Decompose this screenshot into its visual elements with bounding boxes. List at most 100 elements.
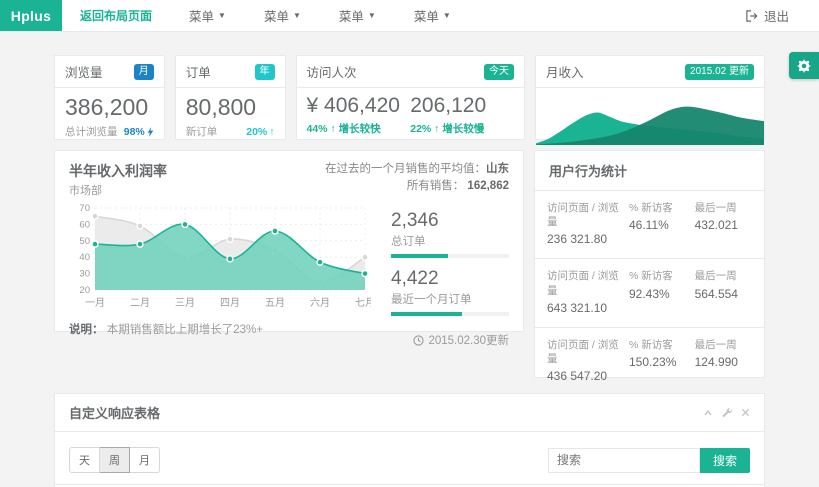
visits-sub-2: 22% ↑ 增长较慢 — [410, 121, 514, 136]
stat-value: 46.11% — [629, 218, 695, 232]
stat-value: 643 321.10 — [547, 301, 629, 315]
stat-label: 最后一周 — [695, 338, 752, 352]
close-icon[interactable] — [741, 408, 750, 417]
badge-updated: 2015.02 更新 — [685, 64, 754, 80]
stat-value: 564.554 — [695, 287, 752, 301]
search-input[interactable] — [548, 448, 700, 473]
nav-menu-2[interactable]: 菜单 ▼ — [245, 6, 320, 25]
month-orders-label: 最近一个月订单 — [391, 291, 509, 307]
svg-text:一月: 一月 — [85, 297, 105, 309]
stat-value: 150.23% — [629, 355, 695, 369]
stat-value: 92.43% — [629, 287, 695, 301]
all-sales-value: 162,862 — [467, 180, 509, 192]
total-orders-label: 总订单 — [391, 233, 509, 249]
note-text: 本期销售额比上期增长了23%+ — [107, 324, 263, 336]
visits-value-2: 206,120 — [410, 94, 514, 118]
svg-text:五月: 五月 — [265, 297, 285, 309]
svg-text:70: 70 — [79, 203, 90, 214]
filter-week-button[interactable]: 周 — [100, 447, 130, 473]
svg-text:60: 60 — [79, 219, 90, 230]
user-stats-row: 访问页面 / 浏览量 436 547.20 % 新访客 150.23% 最后一周… — [535, 328, 764, 395]
caret-down-icon: ▼ — [218, 11, 226, 20]
svg-text:六月: 六月 — [310, 297, 330, 309]
pageviews-label: 总计浏览量 — [65, 124, 118, 139]
stat-value: 236 321.80 — [547, 232, 629, 246]
period-filter-group: 天 周 月 — [69, 447, 160, 473]
caret-down-icon: ▼ — [443, 11, 451, 20]
nav-menu-1[interactable]: 菜单 ▼ — [170, 6, 245, 25]
stat-label: % 新访客 — [629, 269, 695, 283]
all-sales-label: 所有销售： — [407, 180, 465, 192]
logout-button[interactable]: 退出 — [746, 0, 819, 31]
stat-label: % 新访客 — [629, 338, 695, 352]
month-orders-progress — [391, 312, 509, 316]
caret-down-icon: ▼ — [368, 11, 376, 20]
stat-label: 访问页面 / 浏览量 — [547, 269, 629, 297]
user-stats-row: 访问页面 / 浏览量 236 321.80 % 新访客 46.11% 最后一周 … — [535, 191, 764, 259]
caret-down-icon: ▼ — [293, 11, 301, 20]
sign-out-icon — [746, 10, 758, 22]
svg-text:二月: 二月 — [130, 297, 150, 309]
nav-menu-4[interactable]: 菜单 ▼ — [395, 6, 470, 25]
orders-delta: 20% — [246, 126, 267, 138]
badge-year: 年 — [255, 64, 275, 80]
svg-text:20: 20 — [79, 285, 90, 296]
badge-month: 月 — [134, 64, 154, 80]
nav-menu-3-label: 菜单 — [339, 6, 364, 25]
stat-label: 访问页面 / 浏览量 — [547, 201, 629, 229]
month-orders-value: 4,422 — [391, 268, 509, 290]
top-navbar: Hplus 返回布局页面 菜单 ▼ 菜单 ▼ 菜单 ▼ 菜单 ▼ 退出 — [0, 0, 819, 32]
filter-month-button[interactable]: 月 — [130, 447, 160, 473]
orders-value: 80,800 — [186, 94, 275, 121]
badge-today: 今天 — [484, 64, 514, 80]
collapse-icon[interactable] — [703, 408, 713, 418]
revenue-subtitle: 市场部 — [69, 182, 167, 198]
updated-text: 2015.02.30更新 — [428, 332, 509, 348]
stat-value: 124.990 — [695, 355, 752, 369]
card-visits-title: 访问人次 — [307, 62, 357, 81]
note-label: 说明： — [69, 324, 104, 336]
stat-value: 432.021 — [695, 218, 752, 232]
stat-label: % 新访客 — [629, 201, 695, 215]
level-up-icon: ↑ — [269, 126, 274, 138]
gear-icon — [797, 59, 811, 73]
total-orders-value: 2,346 — [391, 210, 509, 232]
svg-text:四月: 四月 — [220, 297, 240, 309]
nav-menu-4-label: 菜单 — [414, 6, 439, 25]
wrench-icon[interactable] — [722, 408, 732, 418]
bolt-icon — [147, 127, 154, 137]
card-monthly-income: 月收入 2015.02 更新 — [535, 55, 765, 140]
nav-menu-3[interactable]: 菜单 ▼ — [320, 6, 395, 25]
back-home-link[interactable]: 返回布局页面 — [62, 7, 170, 24]
svg-text:40: 40 — [79, 252, 90, 263]
svg-text:三月: 三月 — [175, 297, 195, 309]
search-button[interactable]: 搜索 — [700, 448, 750, 473]
avg-sales-label: 在过去的一个月销售的平均值： — [325, 163, 486, 175]
page-content: 浏览量 月 386,200 总计浏览量 98% 订单 年 80, — [0, 32, 819, 487]
user-stats-panel: 用户行为统计 访问页面 / 浏览量 236 321.80 % 新访客 46.11… — [534, 150, 765, 378]
table-panel-title: 自定义响应表格 — [69, 403, 160, 422]
filter-day-button[interactable]: 天 — [69, 447, 100, 473]
responsive-table-panel: 自定义响应表格 天 周 月 搜索 — [54, 393, 765, 487]
revenue-line-chart: 20 30 40 50 60 70 一月 二月 三月 四月 五月 六月 七月 — [69, 200, 375, 317]
avg-sales-value: 山东 — [486, 163, 509, 175]
stat-value: 436 547.20 — [547, 369, 629, 383]
total-orders-progress — [391, 254, 509, 258]
card-pageviews-title: 浏览量 — [65, 62, 103, 81]
clock-icon — [413, 335, 424, 346]
pageviews-delta: 98% — [124, 126, 145, 138]
card-orders: 订单 年 80,800 新订单 20% ↑ — [175, 55, 286, 140]
stat-label: 最后一周 — [695, 269, 752, 283]
logout-label: 退出 — [764, 6, 789, 25]
visits-sub-1: 44% ↑ 增长较快 — [307, 121, 411, 136]
nav-menu-2-label: 菜单 — [264, 6, 289, 25]
app-logo[interactable]: Hplus — [0, 0, 62, 31]
svg-text:七月: 七月 — [355, 297, 371, 309]
card-pageviews: 浏览量 月 386,200 总计浏览量 98% — [54, 55, 165, 140]
nav-menu-1-label: 菜单 — [189, 6, 214, 25]
svg-text:30: 30 — [79, 269, 90, 280]
revenue-panel: 半年收入利润率 市场部 在过去的一个月销售的平均值：山东 所有销售： 162,8… — [54, 150, 524, 332]
settings-fab[interactable] — [789, 52, 819, 79]
card-orders-title: 订单 — [186, 62, 211, 81]
svg-text:50: 50 — [79, 236, 90, 247]
